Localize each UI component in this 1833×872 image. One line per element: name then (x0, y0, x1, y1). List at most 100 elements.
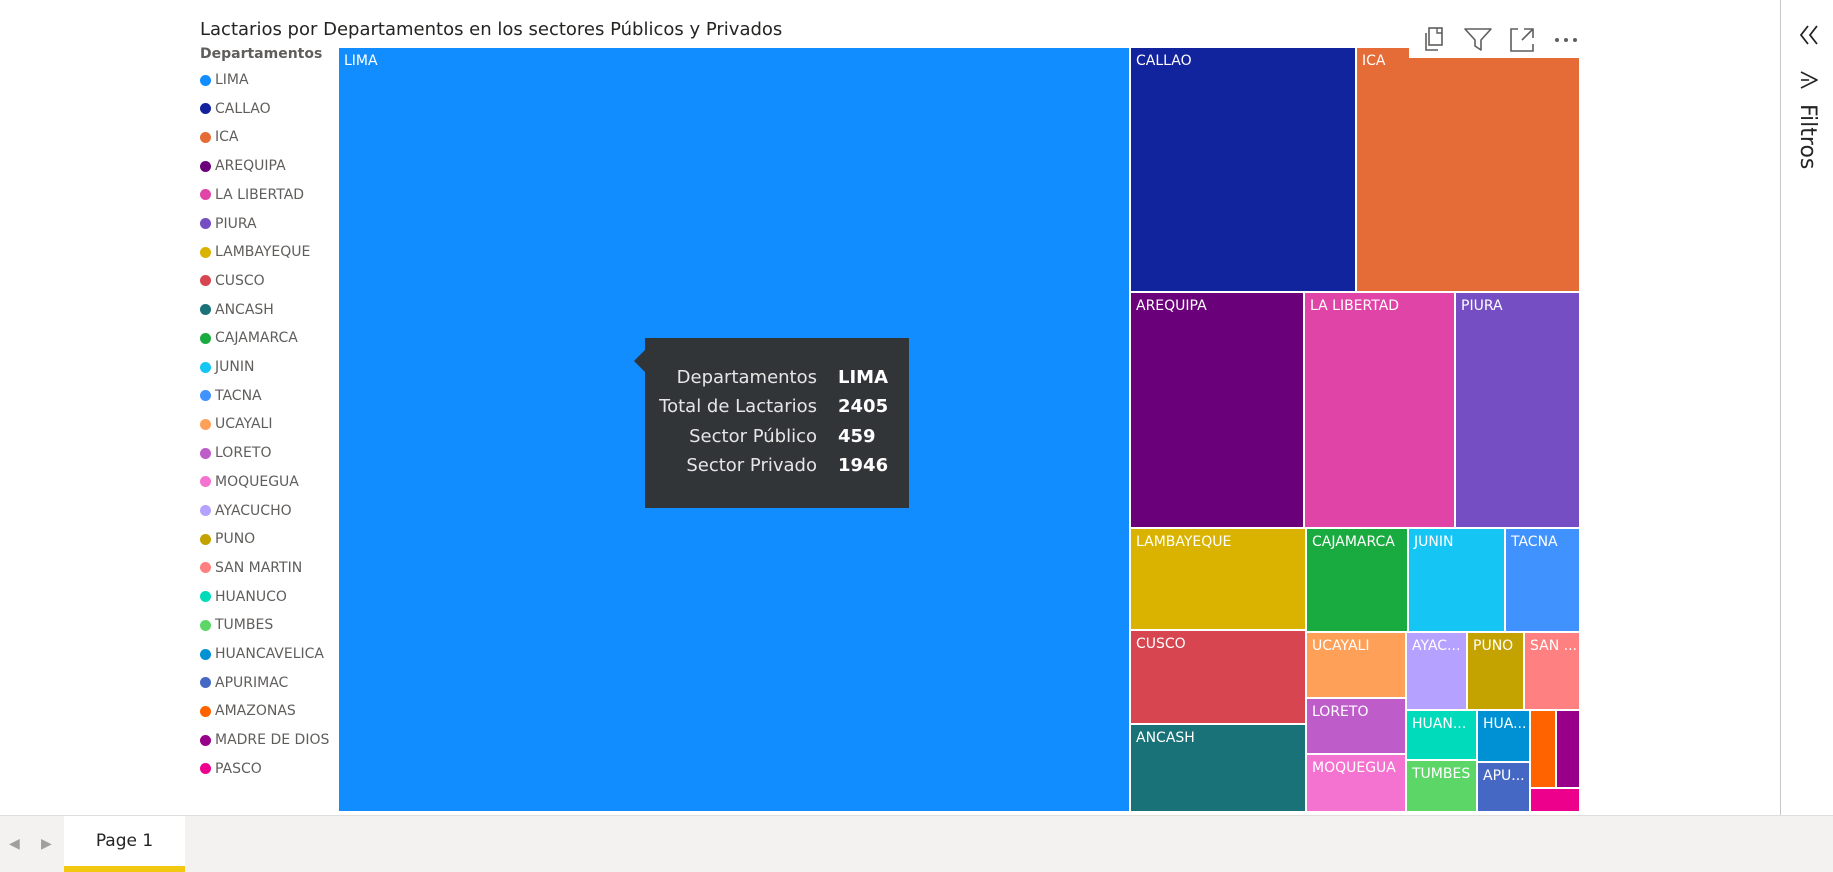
legend-item[interactable]: LAMBAYEQUE (200, 242, 310, 262)
treemap-tile-huanuco[interactable]: HUAN... (1406, 710, 1477, 760)
legend-item[interactable]: LORETO (200, 443, 271, 463)
treemap-tile-cajamarca[interactable]: CAJAMARCA (1306, 528, 1408, 632)
legend-item[interactable]: CUSCO (200, 271, 265, 291)
collapse-chevrons-icon[interactable] (1798, 22, 1820, 48)
treemap-tile-ica[interactable]: ICA (1356, 47, 1580, 292)
legend-dot-icon (200, 591, 211, 603)
treemap-tile-arequipa[interactable]: AREQUIPA (1130, 292, 1304, 528)
treemap-tile-ucayali[interactable]: UCAYALI (1306, 632, 1406, 698)
legend-item[interactable]: AMAZONAS (200, 701, 296, 721)
legend-dot-icon (200, 332, 211, 344)
legend-dot-icon (200, 189, 211, 201)
visual-header-toolbar (1409, 22, 1591, 58)
treemap-tile-loreto[interactable]: LORETO (1306, 698, 1406, 754)
legend-item[interactable]: JUNIN (200, 357, 254, 377)
legend-dot-icon (200, 648, 211, 660)
treemap-tile-tumbes[interactable]: TUMBES (1406, 760, 1477, 812)
treemap-tile-madre-de-dios[interactable] (1556, 710, 1580, 788)
legend-item[interactable]: MADRE DE DIOS (200, 730, 329, 750)
legend-dot-icon (200, 304, 211, 316)
legend-item[interactable]: HUANUCO (200, 587, 287, 607)
tooltip-label: Sector Privado (686, 455, 817, 476)
legend-label: SAN MARTIN (215, 559, 303, 576)
treemap-tile-junin[interactable]: JUNIN (1408, 528, 1505, 632)
tooltip-row-department: Departamentos LIMA (645, 367, 909, 391)
treemap-tile-lambayeque[interactable]: LAMBAYEQUE (1130, 528, 1306, 630)
treemap-tile-pasco[interactable] (1530, 788, 1580, 812)
treemap-tile-label: AREQUIPA (1136, 298, 1207, 314)
legend-label: UCAYALI (215, 416, 273, 433)
legend-label: ANCASH (215, 301, 274, 318)
legend-title: Departamentos (200, 46, 323, 62)
legend-label: APURIMAC (215, 674, 289, 691)
legend-dot-icon (200, 447, 211, 459)
tooltip-label: Total de Lactarios (659, 396, 817, 417)
treemap-tile-label: TUMBES (1412, 766, 1471, 782)
next-page-arrow-icon[interactable]: ▶ (41, 836, 52, 852)
legend-item[interactable]: CALLAO (200, 99, 271, 119)
legend-label: HUANCAVELICA (215, 646, 324, 662)
legend-item[interactable]: ANCASH (200, 300, 274, 320)
treemap-tile-label: HUA... (1483, 716, 1527, 732)
treemap-tile-label: MOQUEGUA (1312, 760, 1396, 776)
legend-label: MADRE DE DIOS (215, 732, 330, 749)
report-canvas: Lactarios por Departamentos en los secto… (0, 0, 1780, 815)
tooltip-label: Departamentos (676, 367, 817, 388)
prev-page-arrow-icon[interactable]: ◀ (9, 836, 20, 852)
legend-item[interactable]: LIMA (200, 70, 249, 90)
legend-item[interactable]: ICA (200, 127, 238, 147)
legend-dot-icon (200, 505, 211, 516)
legend-item[interactable]: TACNA (200, 386, 262, 406)
treemap-tile-label: APU... (1483, 768, 1525, 784)
treemap-tile-tacna[interactable]: TACNA (1505, 528, 1580, 632)
treemap-tile-label: UCAYALI (1312, 638, 1370, 654)
tab-page-1[interactable]: Page 1 (64, 816, 185, 872)
treemap-tile-cusco[interactable]: CUSCO (1130, 630, 1306, 724)
treemap-tile-piura[interactable]: PIURA (1455, 292, 1580, 528)
legend-item[interactable]: LA LIBERTAD (200, 185, 304, 205)
legend-item[interactable]: AYACUCHO (200, 501, 292, 521)
legend-dot-icon (200, 74, 211, 86)
treemap-tile-callao[interactable]: CALLAO (1130, 47, 1356, 292)
legend-item[interactable]: TUMBES (200, 615, 273, 635)
tooltip-label: Sector Público (689, 426, 817, 447)
tooltip: Departamentos LIMA Total de Lactarios 24… (634, 338, 909, 508)
treemap-tile-label: LA LIBERTAD (1310, 298, 1400, 314)
treemap-tile-label: AYAC... (1412, 638, 1461, 654)
copy-visual-button[interactable] (1415, 22, 1453, 58)
more-options-icon (1555, 38, 1577, 42)
treemap-tile-moquegua[interactable]: MOQUEGUA (1306, 754, 1406, 812)
treemap-tile-apurimac[interactable]: APU... (1477, 762, 1530, 812)
legend-item[interactable]: AREQUIPA (200, 156, 286, 176)
treemap-tile-label: ANCASH (1136, 730, 1195, 746)
legend-item[interactable]: HUANCAVELICA (200, 644, 324, 664)
treemap-tile-san-martin[interactable]: SAN ... (1524, 632, 1580, 710)
treemap-tile-huancavelica[interactable]: HUA... (1477, 710, 1530, 762)
treemap-tile-amazonas[interactable] (1530, 710, 1556, 788)
more-options-button[interactable] (1547, 22, 1585, 58)
tooltip-value: 459 (838, 426, 876, 447)
treemap-tile-ancash[interactable]: ANCASH (1130, 724, 1306, 812)
legend-label: CUSCO (215, 272, 265, 289)
legend-label: MOQUEGUA (215, 473, 299, 490)
focus-mode-button[interactable] (1503, 22, 1541, 58)
legend-item[interactable]: UCAYALI (200, 414, 272, 434)
filters-label[interactable]: Filtros (1795, 104, 1820, 169)
legend-dot-icon (200, 275, 211, 287)
legend-item[interactable]: PIURA (200, 214, 257, 234)
legend-dot-icon (200, 734, 211, 746)
legend-item[interactable]: APURIMAC (200, 673, 288, 693)
legend-dot-icon (200, 562, 211, 574)
treemap-tile-ayacucho[interactable]: AYAC... (1406, 632, 1467, 710)
legend: Departamentos LIMA CALLAO ICA AREQUIPA LA LI… (200, 46, 340, 777)
legend-item[interactable]: PASCO (200, 759, 262, 779)
treemap-tile-la-libertad[interactable]: LA LIBERTAD (1304, 292, 1455, 528)
legend-item[interactable]: SAN MARTIN (200, 558, 302, 578)
legend-item[interactable]: MOQUEGUA (200, 472, 299, 492)
treemap[interactable]: LIMA CALLAO ICA AREQUIPA LA LIBERTAD PIURA LAM… (338, 47, 1580, 812)
treemap-tile-puno[interactable]: PUNO (1467, 632, 1524, 710)
filter-visual-button[interactable] (1459, 22, 1497, 58)
legend-label: PIURA (215, 215, 257, 232)
legend-item[interactable]: PUNO (200, 529, 255, 549)
legend-item[interactable]: CAJAMARCA (200, 328, 298, 348)
